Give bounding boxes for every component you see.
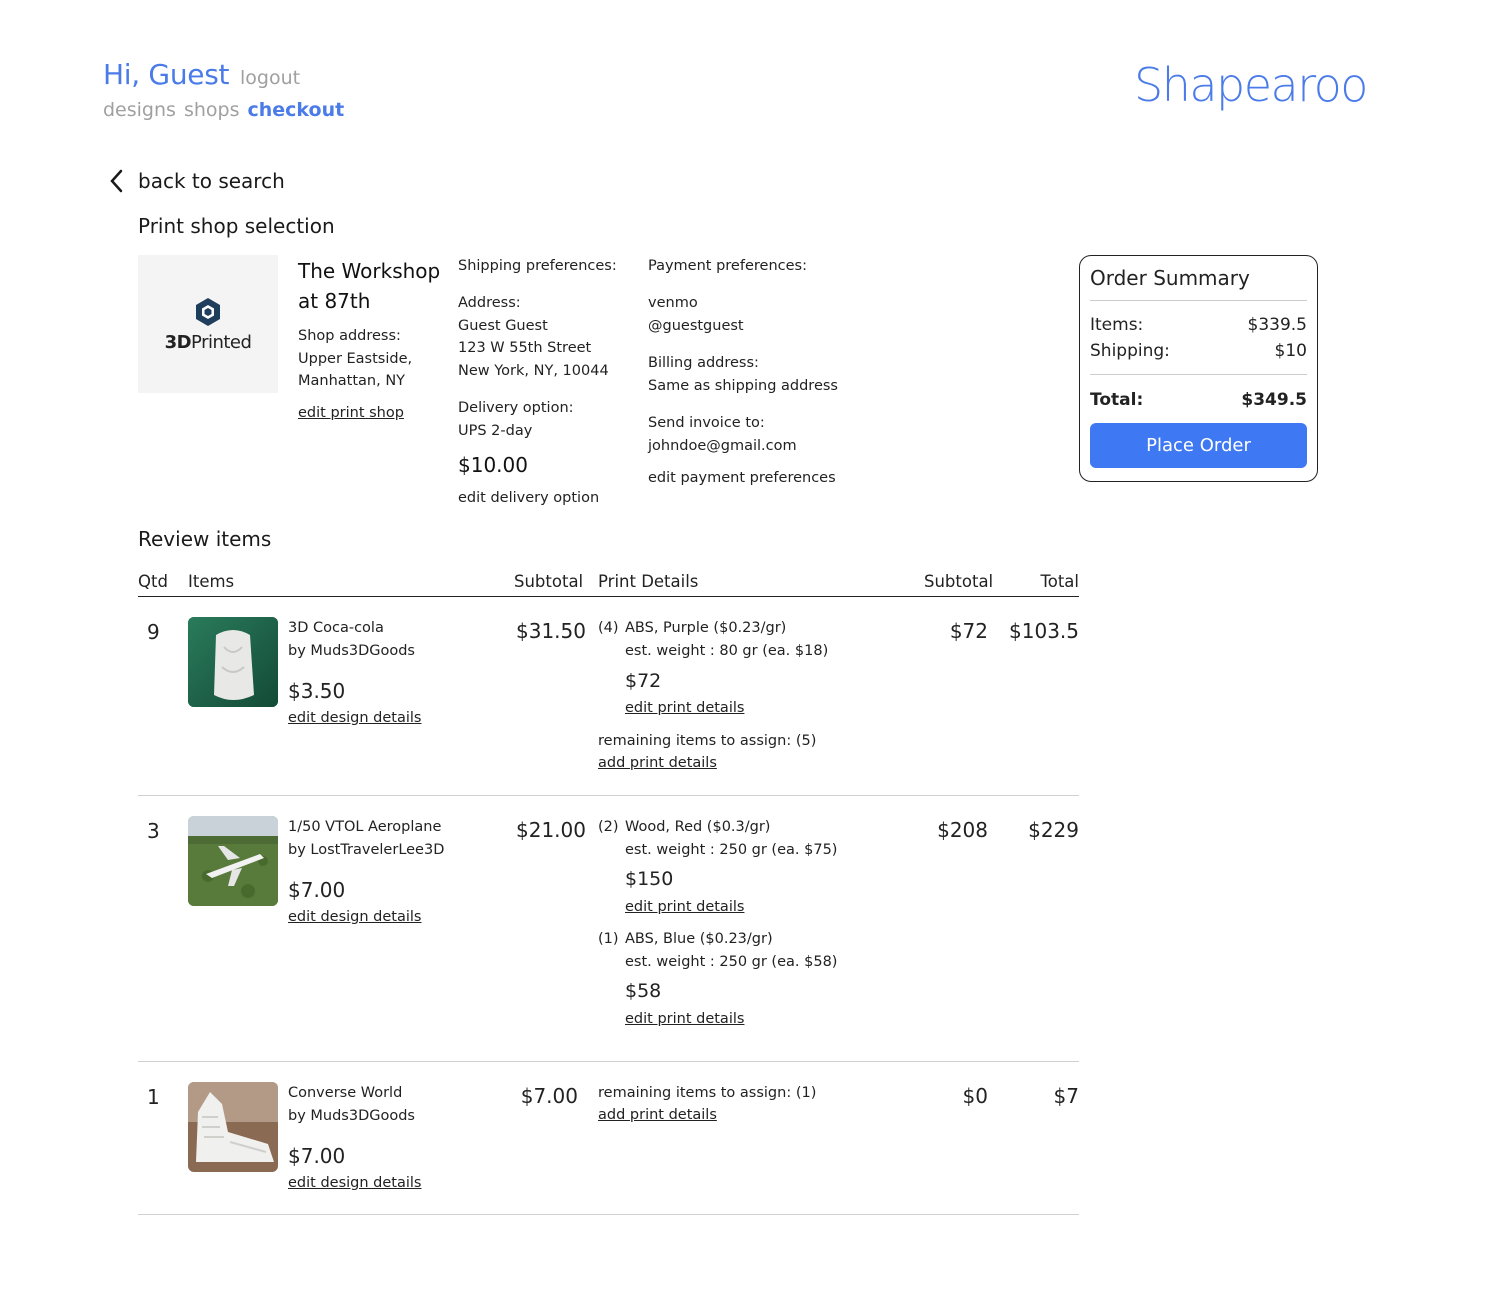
col-print-details: Print Details — [598, 572, 699, 591]
edit-print-details-link[interactable]: edit print details — [625, 896, 744, 919]
col-print-subtotal: Subtotal — [924, 572, 994, 591]
nav-designs[interactable]: designs — [103, 99, 176, 121]
shop-name: The Workshop at 87th — [298, 259, 441, 313]
row-subtotal: $31.50 — [516, 619, 586, 643]
print-detail-info: Wood, Red ($0.3/gr) est. weight : 250 gr… — [625, 819, 838, 858]
chevron-left-icon — [110, 169, 123, 193]
shipping-title: Shipping preferences: — [458, 258, 617, 274]
order-summary: Order Summary Items: $339.5 Shipping: $10 … — [1079, 255, 1318, 482]
row-divider — [138, 1061, 1079, 1062]
design-thumbnail[interactable] — [188, 1082, 278, 1172]
summary-items-row: Items: $339.5 — [1090, 315, 1307, 335]
col-qty: Qtd — [138, 572, 168, 591]
print-detail-price: $58 — [625, 980, 662, 1002]
row-divider — [138, 795, 1079, 796]
shop-logo-text: 3DPrinted — [164, 331, 252, 353]
row-total: $229 — [1028, 818, 1079, 842]
section-title-shop: Print shop selection — [138, 214, 335, 238]
design-price: $7.00 — [288, 1144, 346, 1168]
logout-link[interactable]: logout — [240, 67, 300, 89]
design-price: $3.50 — [288, 679, 346, 703]
print-detail-price: $72 — [625, 670, 662, 692]
section-title-review: Review items — [138, 527, 272, 551]
edit-payment-preferences-link[interactable]: edit payment preferences — [648, 467, 836, 490]
row-qty: 3 — [147, 819, 160, 843]
brand-logo[interactable]: Shapearoo — [1134, 58, 1368, 112]
print-subtotal: $208 — [937, 818, 988, 842]
delivery-option: Delivery option: UPS 2-day — [458, 400, 574, 439]
summary-shipping-row: Shipping: $10 — [1090, 341, 1307, 361]
col-items: Items — [188, 572, 235, 591]
design-info: 1/50 VTOL Aeroplane by LostTravelerLee3D — [288, 819, 445, 858]
print-subtotal: $72 — [949, 619, 988, 643]
col-total: Total — [1040, 572, 1079, 591]
back-label: back to search — [138, 169, 285, 193]
summary-total-row: Total: $349.5 — [1090, 390, 1307, 410]
remaining-items: remaining items to assign: (5) — [598, 733, 817, 749]
print-detail-info: ABS, Blue ($0.23/gr) est. weight : 250 g… — [625, 931, 838, 970]
edit-design-details-link[interactable]: edit design details — [288, 707, 421, 730]
invoice-email: Send invoice to: johndoe@gmail.com — [648, 415, 797, 454]
remaining-items: remaining items to assign: (1) — [598, 1085, 817, 1101]
greeting: Hi, Guest — [103, 58, 230, 91]
edit-design-details-link[interactable]: edit design details — [288, 1172, 421, 1195]
design-thumbnail[interactable] — [188, 617, 278, 707]
edit-print-details-link[interactable]: edit print details — [625, 1008, 744, 1031]
print-detail-count: (4) — [598, 620, 619, 636]
place-order-button[interactable]: Place Order — [1090, 423, 1307, 468]
order-summary-title: Order Summary — [1090, 266, 1307, 301]
hexagon-logo-icon — [196, 297, 220, 326]
row-total: $103.5 — [1009, 619, 1079, 643]
edit-print-shop-link[interactable]: edit print shop — [298, 402, 404, 425]
design-thumbnail[interactable] — [188, 816, 278, 906]
print-detail-count: (1) — [598, 931, 619, 947]
edit-print-details-link[interactable]: edit print details — [625, 697, 744, 720]
edit-design-details-link[interactable]: edit design details — [288, 906, 421, 929]
row-subtotal: $7.00 — [520, 1084, 578, 1108]
table-header: Qtd Items Subtotal Print Details Subtota… — [138, 572, 1079, 597]
row-total: $7 — [1053, 1084, 1079, 1108]
add-print-details-link[interactable]: add print details — [598, 752, 717, 775]
design-price: $7.00 — [288, 878, 346, 902]
delivery-price: $10.00 — [458, 453, 528, 477]
payment-method: venmo @guestguest — [648, 295, 744, 334]
print-subtotal: $0 — [962, 1084, 988, 1108]
edit-delivery-option-link[interactable]: edit delivery option — [458, 487, 599, 510]
row-subtotal: $21.00 — [516, 818, 586, 842]
row-qty: 1 — [147, 1085, 160, 1109]
shop-address: Shop address: Upper Eastside, Manhattan,… — [298, 328, 413, 389]
nav-shops[interactable]: shops — [184, 99, 240, 121]
back-to-search-link[interactable]: back to search — [108, 168, 285, 194]
print-detail-count: (2) — [598, 819, 619, 835]
nav-checkout[interactable]: checkout — [247, 99, 344, 121]
print-detail-info: ABS, Purple ($0.23/gr) est. weight : 80 … — [625, 620, 829, 659]
payment-title: Payment preferences: — [648, 258, 807, 274]
design-info: Converse World by Muds3DGoods — [288, 1085, 415, 1124]
print-detail-price: $150 — [625, 868, 674, 890]
shop-logo: 3DPrinted — [138, 255, 278, 393]
row-divider — [138, 1214, 1079, 1215]
row-qty: 9 — [147, 620, 160, 644]
shipping-address: Address: Guest Guest 123 W 55th Street N… — [458, 295, 609, 379]
billing-address: Billing address: Same as shipping addres… — [648, 355, 838, 394]
add-print-details-link[interactable]: add print details — [598, 1104, 717, 1127]
col-subtotal: Subtotal — [514, 572, 584, 591]
main-nav: designs shops checkout — [103, 99, 344, 121]
design-info: 3D Coca-cola by Muds3DGoods — [288, 620, 415, 659]
